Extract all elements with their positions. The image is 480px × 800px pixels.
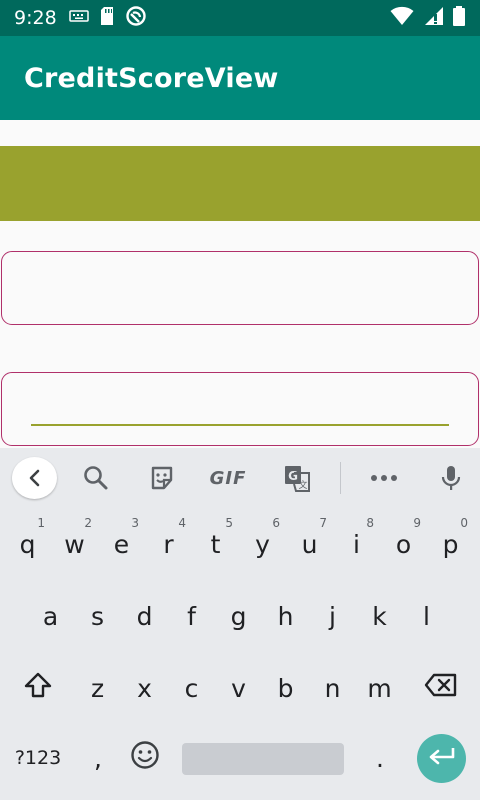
mic-icon[interactable]	[436, 462, 466, 494]
key-label: i	[353, 529, 360, 559]
toolbar-divider	[340, 462, 341, 494]
translate-icon[interactable]: G文	[280, 462, 314, 494]
input-field-1[interactable]	[1, 251, 479, 325]
key-label: e	[113, 529, 130, 559]
sticker-icon[interactable]	[146, 462, 178, 494]
key-h[interactable]: h	[262, 586, 309, 646]
key-z[interactable]: z	[74, 658, 121, 718]
do-not-disturb-icon	[125, 5, 147, 32]
key-hint: 3	[131, 516, 139, 530]
key-j[interactable]: j	[309, 586, 356, 646]
key-label: o	[395, 529, 412, 559]
key-d[interactable]: d	[121, 586, 168, 646]
emoji-key[interactable]	[124, 730, 166, 786]
key-hint: 6	[272, 516, 280, 530]
key-q[interactable]: 1q	[4, 514, 51, 574]
soft-keyboard: GIF G文 1q 2w 3e 4r 5t 6y 7u 8i 9o 0p a s…	[0, 448, 480, 800]
period-key[interactable]: .	[360, 730, 400, 786]
key-k[interactable]: k	[356, 586, 403, 646]
spacebar[interactable]	[182, 743, 344, 775]
key-x[interactable]: x	[121, 658, 168, 718]
text-input-2[interactable]	[30, 387, 450, 421]
comma-key[interactable]: ,	[78, 730, 118, 786]
app-title: CreditScoreView	[24, 62, 279, 94]
enter-icon	[427, 745, 457, 772]
input-field-2[interactable]	[1, 372, 479, 446]
status-system-icons	[390, 5, 466, 32]
key-hint: 1	[37, 516, 45, 530]
key-label: u	[301, 529, 318, 559]
key-hint: 7	[319, 516, 327, 530]
key-n[interactable]: n	[309, 658, 356, 718]
more-icon[interactable]	[366, 462, 402, 494]
text-input-1[interactable]	[30, 266, 450, 300]
svg-text:文: 文	[298, 479, 307, 491]
key-hint: 9	[413, 516, 421, 530]
symbols-key[interactable]: ?123	[8, 730, 68, 786]
enter-key[interactable]	[417, 734, 466, 783]
keyboard-toolbar: GIF G文	[0, 448, 480, 508]
key-b[interactable]: b	[262, 658, 309, 718]
input-underline	[31, 424, 449, 426]
key-y[interactable]: 6y	[239, 514, 286, 574]
key-w[interactable]: 2w	[51, 514, 98, 574]
gif-button[interactable]: GIF	[206, 462, 250, 494]
back-chevron-icon[interactable]	[12, 457, 57, 499]
key-hint: 5	[225, 516, 233, 530]
backspace-icon	[424, 672, 458, 704]
key-u[interactable]: 7u	[286, 514, 333, 574]
key-label: q	[19, 529, 36, 559]
shift-icon	[23, 671, 53, 705]
key-r[interactable]: 4r	[145, 514, 192, 574]
search-icon[interactable]	[80, 462, 112, 494]
status-notification-icons	[68, 5, 147, 32]
key-f[interactable]: f	[168, 586, 215, 646]
key-label: w	[64, 529, 85, 559]
key-hint: 8	[366, 516, 374, 530]
wifi-icon	[390, 6, 414, 31]
key-g[interactable]: g	[215, 586, 262, 646]
key-e[interactable]: 3e	[98, 514, 145, 574]
shift-key[interactable]	[14, 658, 61, 718]
key-v[interactable]: v	[215, 658, 262, 718]
backspace-key[interactable]	[416, 658, 466, 718]
svg-text:G: G	[288, 469, 298, 483]
color-banner	[0, 146, 480, 221]
keyboard-icon	[68, 9, 89, 28]
key-label: y	[255, 529, 270, 559]
key-hint: 2	[84, 516, 92, 530]
key-t[interactable]: 5t	[192, 514, 239, 574]
status-time: 9:28	[14, 7, 57, 29]
key-label: r	[163, 529, 174, 559]
key-p[interactable]: 0p	[427, 514, 474, 574]
key-o[interactable]: 9o	[380, 514, 427, 574]
key-i[interactable]: 8i	[333, 514, 380, 574]
battery-icon	[452, 5, 466, 32]
key-c[interactable]: c	[168, 658, 215, 718]
key-a[interactable]: a	[27, 586, 74, 646]
key-s[interactable]: s	[74, 586, 121, 646]
key-hint: 4	[178, 516, 186, 530]
emoji-icon	[130, 740, 160, 776]
key-label: t	[210, 529, 221, 559]
sd-card-icon	[99, 6, 115, 31]
gif-label: GIF	[209, 467, 247, 489]
key-m[interactable]: m	[356, 658, 403, 718]
key-hint: 0	[460, 516, 468, 530]
signal-icon	[422, 6, 444, 31]
key-l[interactable]: l	[403, 586, 450, 646]
key-label: p	[442, 529, 459, 559]
status-bar: 9:28	[0, 0, 480, 36]
app-bar: CreditScoreView	[0, 36, 480, 120]
